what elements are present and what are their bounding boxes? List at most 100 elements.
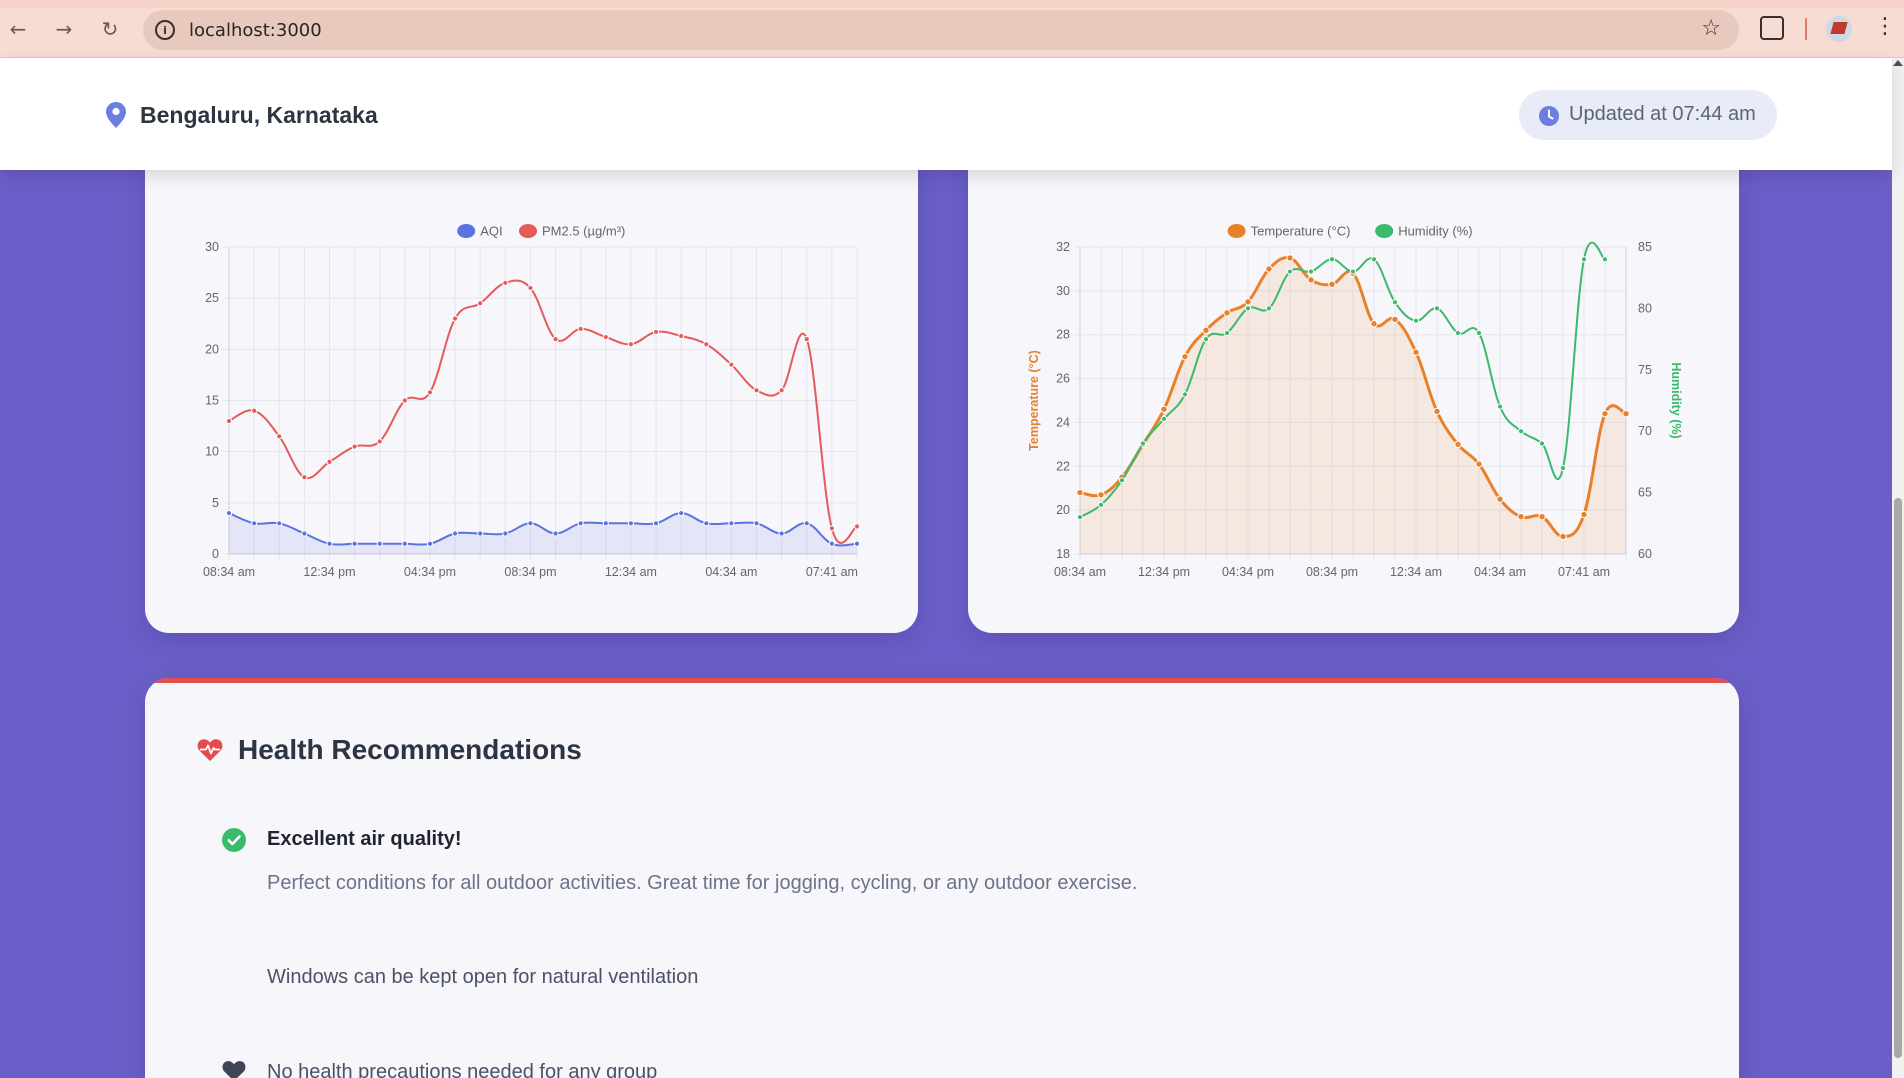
data-point <box>602 333 609 341</box>
data-point <box>828 540 835 547</box>
data-point <box>1076 488 1084 497</box>
series-fill-0 <box>1080 257 1626 554</box>
address-bar[interactable]: i localhost:3000 ☆ <box>143 10 1739 50</box>
tab-strip <box>0 0 1904 8</box>
data-point <box>1160 415 1168 423</box>
data-point <box>678 509 685 517</box>
data-point <box>1412 317 1420 324</box>
data-point <box>1307 276 1315 284</box>
data-point <box>1391 299 1399 306</box>
data-point <box>1244 305 1252 312</box>
data-point <box>652 520 660 527</box>
temperature-humidity-chart: 18 20 22 24 26 28 30 32 60 65 70 75 80 85 08:34 am 12:3… <box>1027 224 1683 580</box>
legend-swatch <box>1375 224 1394 238</box>
legend-swatch <box>457 224 476 238</box>
aqi-chart-card: 0 5 10 15 20 25 30 08:34 am 12:34 pm 04:34 pm 08:3… <box>145 130 918 633</box>
data-point <box>225 417 233 425</box>
data-point <box>376 438 383 445</box>
card-accent-bar <box>145 678 1739 683</box>
recommendation-title: Excellent air quality! <box>267 828 462 850</box>
data-point <box>301 530 308 537</box>
data-point <box>1517 513 1525 521</box>
data-point <box>1286 254 1294 262</box>
y-tick-label: 30 <box>205 240 219 254</box>
data-point <box>1433 305 1441 312</box>
data-point <box>1580 510 1588 519</box>
page-scrollbar[interactable] <box>1892 58 1904 1078</box>
y-tick-label: 18 <box>1056 547 1070 561</box>
legend-label: Temperature (°C) <box>1251 224 1351 239</box>
toolbar-divider <box>1805 18 1807 40</box>
y-axis-title: Temperature (°C) <box>1027 350 1041 451</box>
data-point <box>1622 409 1630 418</box>
y2-tick-label: 85 <box>1638 240 1652 254</box>
data-point <box>301 474 308 481</box>
data-point <box>1601 409 1609 418</box>
data-point <box>351 443 358 450</box>
data-point <box>451 315 459 322</box>
bookmark-star-icon[interactable]: ☆ <box>1701 16 1721 41</box>
data-point <box>602 520 609 527</box>
data-point <box>401 397 408 404</box>
data-point <box>728 520 735 527</box>
series-fill-0 <box>229 513 857 554</box>
y-tick-label: 20 <box>205 342 219 356</box>
data-point <box>1118 477 1126 484</box>
extensions-icon[interactable] <box>1760 16 1784 40</box>
y-tick-label: 30 <box>1056 284 1070 298</box>
data-point <box>477 300 484 307</box>
data-point <box>1223 309 1231 317</box>
data-point <box>1538 440 1546 447</box>
check-circle-icon <box>222 828 246 852</box>
data-point <box>778 387 785 394</box>
y-tick-label: 24 <box>1056 415 1070 429</box>
x-tick-label: 08:34 pm <box>504 565 556 579</box>
data-point <box>477 530 484 537</box>
x-tick-label: 12:34 am <box>1390 565 1442 579</box>
site-info-icon[interactable]: i <box>155 20 175 40</box>
data-point <box>778 530 785 537</box>
reload-icon[interactable]: ↻ <box>96 15 124 43</box>
data-point <box>1454 440 1462 449</box>
y-tick-label: 25 <box>205 291 219 305</box>
y-tick-label: 22 <box>1056 459 1070 473</box>
data-point <box>678 332 685 340</box>
legend-label: PM2.5 (µg/m³) <box>542 224 625 239</box>
data-point <box>703 341 710 348</box>
data-point <box>753 387 760 394</box>
scroll-thumb[interactable] <box>1894 498 1902 1058</box>
scroll-up-arrow-icon[interactable] <box>1893 60 1903 66</box>
location-label: Bengaluru, Karnataka <box>140 102 378 128</box>
data-point <box>577 325 584 332</box>
data-point <box>1202 336 1210 343</box>
legend-swatch <box>1227 224 1246 238</box>
data-point <box>552 530 559 537</box>
data-point <box>376 540 383 547</box>
series-line-1 <box>228 279 858 544</box>
forward-arrow-icon[interactable]: → <box>50 15 78 43</box>
y-tick-label: 5 <box>212 496 219 510</box>
data-point <box>1496 403 1504 410</box>
data-point <box>1496 495 1504 503</box>
back-arrow-icon[interactable]: ← <box>4 15 32 43</box>
data-point <box>502 279 509 286</box>
menu-kebab-icon[interactable]: ⋮ <box>1874 14 1896 39</box>
page-header: Bengaluru, Karnataka Updated at 07:44 am <box>0 58 1892 170</box>
data-point <box>1286 268 1294 275</box>
data-point <box>1076 514 1084 521</box>
x-tick-label: 08:34 pm <box>1306 565 1358 579</box>
data-point <box>1265 265 1273 273</box>
y-tick-label: 10 <box>205 445 219 459</box>
y-tick-label: 0 <box>212 547 219 561</box>
data-point <box>326 540 333 547</box>
heart-icon <box>222 1061 246 1078</box>
data-point <box>1328 280 1336 288</box>
data-point <box>1097 501 1105 508</box>
y2-tick-label: 65 <box>1638 486 1652 500</box>
data-point <box>276 520 283 527</box>
x-tick-label: 07:41 am <box>806 565 858 579</box>
url-text[interactable]: localhost:3000 <box>189 20 322 41</box>
heart-pulse-icon <box>197 739 223 761</box>
profile-avatar[interactable] <box>1826 16 1852 42</box>
data-point <box>451 530 459 537</box>
